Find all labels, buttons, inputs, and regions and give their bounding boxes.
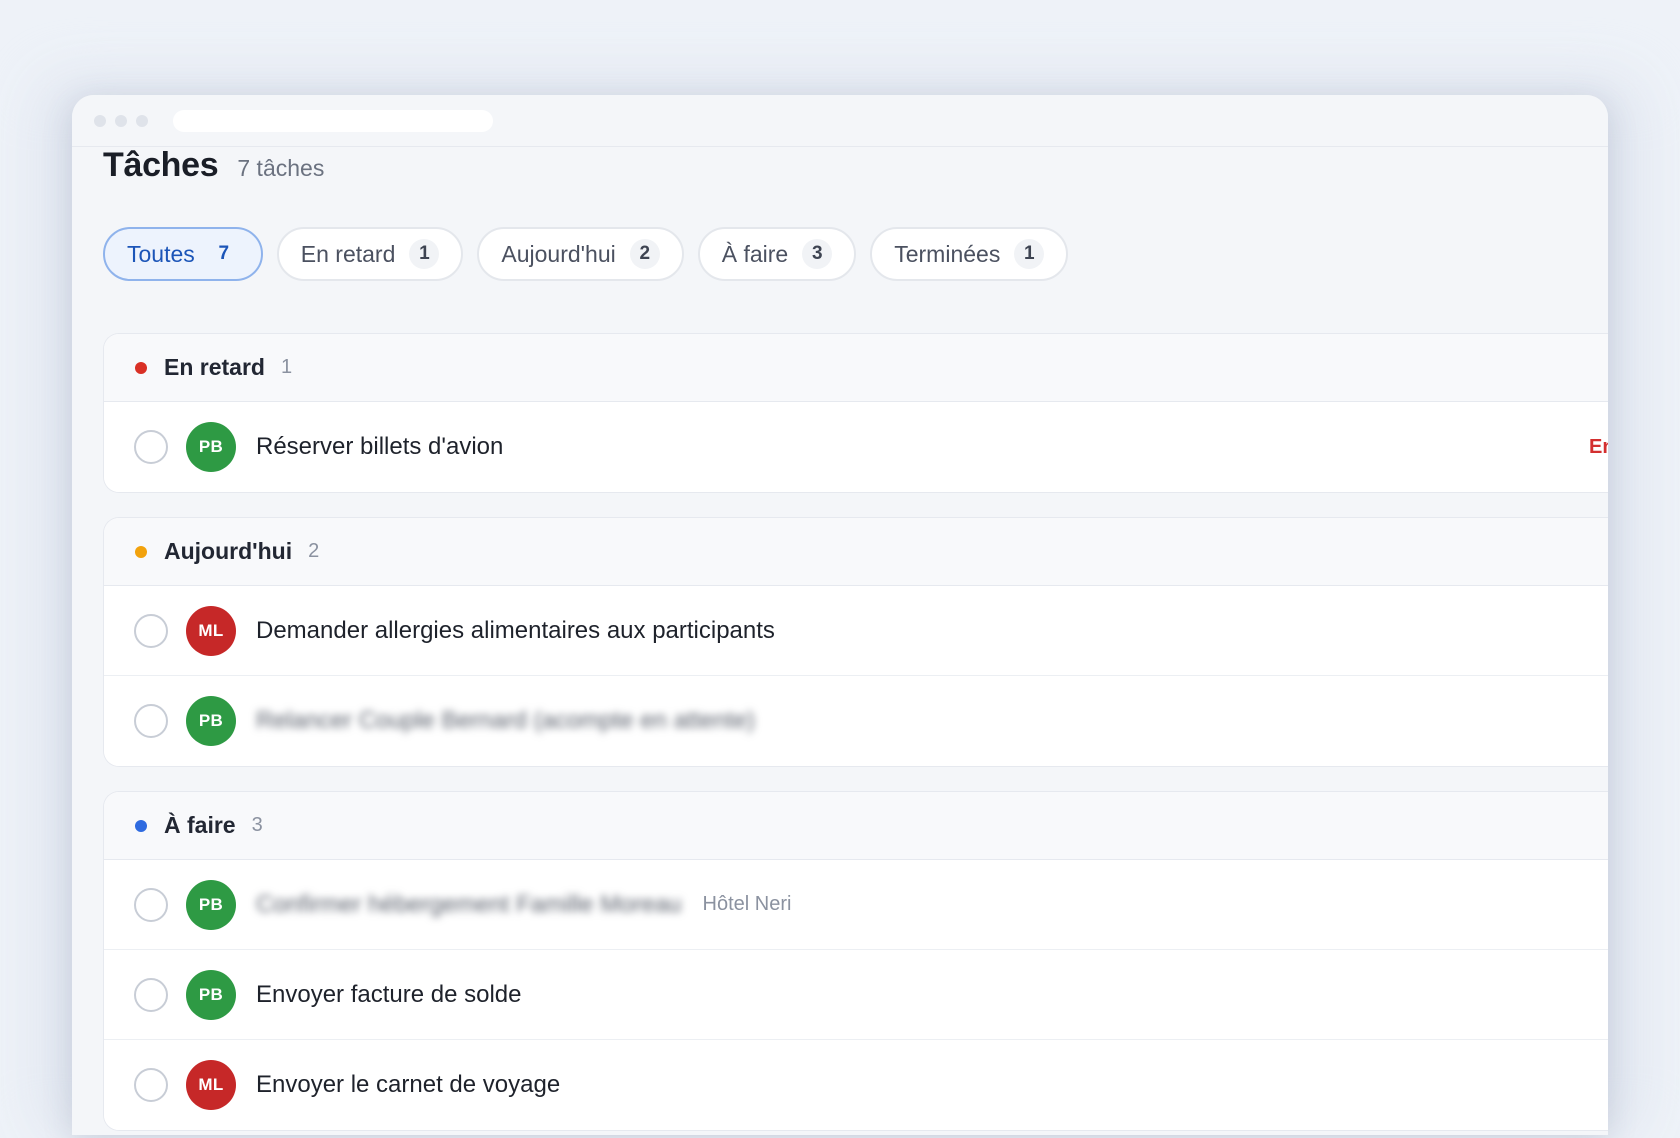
task-checkbox[interactable]	[134, 704, 168, 738]
section-count: 2	[308, 540, 320, 562]
filter-tab-label: Aujourd'hui	[501, 240, 616, 267]
window-dot-close[interactable]	[94, 114, 106, 127]
task-title[interactable]: Envoyer facture de solde	[256, 981, 522, 1009]
section-title: Aujourd'hui	[164, 538, 293, 564]
filter-tab-all[interactable]: Toutes 7	[103, 227, 263, 281]
task-checkbox[interactable]	[134, 430, 168, 464]
filter-tab-label: À faire	[721, 240, 789, 267]
section-overdue: En retard 1 PB Réserver billets d'avion …	[103, 333, 1608, 493]
main-content: Tâches 7 tâches Toutes 7 En retard 1 Auj…	[72, 147, 1608, 1131]
task-total-count: 7 tâches	[237, 155, 325, 181]
task-row[interactable]: PB Envoyer facture de solde	[104, 950, 1608, 1040]
filter-tab-done[interactable]: Terminées 1	[870, 227, 1069, 281]
section-title: À faire	[164, 812, 236, 838]
section-title: En retard	[164, 354, 265, 380]
filter-tab-overdue[interactable]: En retard 1	[276, 227, 464, 281]
status-dot-todo	[135, 819, 147, 832]
section-count: 3	[251, 814, 263, 836]
task-row[interactable]: PB Réserver billets d'avion En retard	[104, 402, 1608, 492]
task-checkbox[interactable]	[134, 887, 168, 922]
page-title: Tâches	[103, 146, 219, 184]
app-window: Tâches 7 tâches Toutes 7 En retard 1 Auj…	[72, 95, 1608, 1135]
section-today: Aujourd'hui 2 ML Demander allergies alim…	[103, 517, 1608, 767]
task-row[interactable]: PB Relancer Couple Bernard (acompte en a…	[104, 676, 1608, 766]
avatar: ML	[186, 1060, 236, 1110]
section-header[interactable]: Aujourd'hui 2	[104, 518, 1608, 586]
task-row[interactable]: PB Confirmer hébergement Famille Moreau …	[104, 860, 1608, 950]
window-dot-minimize[interactable]	[115, 114, 127, 127]
filter-tabs: Toutes 7 En retard 1 Aujourd'hui 2 À fai…	[103, 227, 1608, 281]
status-dot-overdue	[135, 361, 147, 374]
section-header[interactable]: En retard 1	[104, 334, 1608, 402]
filter-tab-today[interactable]: Aujourd'hui 2	[477, 227, 684, 281]
task-title[interactable]: Réserver billets d'avion	[256, 433, 503, 461]
filter-tab-count: 7	[218, 243, 230, 264]
task-checkbox[interactable]	[134, 613, 168, 648]
filter-tab-label: Terminées	[894, 240, 1001, 267]
avatar: PB	[186, 879, 236, 930]
filter-tab-label: Toutes	[127, 240, 195, 267]
filter-tab-count: 1	[409, 239, 440, 269]
filter-tab-label: En retard	[300, 240, 396, 267]
task-meta: Hôtel Neri	[702, 893, 792, 915]
task-title[interactable]: Envoyer le carnet de voyage	[256, 1071, 560, 1099]
task-title[interactable]: Demander allergies alimentaires aux part…	[256, 617, 775, 645]
window-titlebar	[72, 95, 1608, 147]
filter-tab-count: 3	[802, 239, 833, 269]
section-count: 1	[280, 356, 293, 378]
task-checkbox[interactable]	[134, 977, 168, 1012]
avatar: PB	[186, 422, 236, 472]
page-header: Tâches 7 tâches	[103, 147, 1608, 189]
status-dot-today	[135, 545, 147, 558]
window-dot-maximize[interactable]	[136, 114, 148, 127]
avatar: PB	[186, 969, 236, 1020]
section-header[interactable]: À faire 3	[104, 792, 1608, 860]
filter-tab-todo[interactable]: À faire 3	[697, 227, 857, 281]
filter-tab-count: 2	[629, 239, 660, 269]
task-row[interactable]: ML Envoyer le carnet de voyage	[104, 1040, 1608, 1130]
section-todo: À faire 3 PB Confirmer hébergement Famil…	[103, 791, 1608, 1131]
address-bar[interactable]	[173, 109, 493, 132]
avatar: ML	[186, 605, 236, 656]
task-row[interactable]: ML Demander allergies alimentaires aux p…	[104, 586, 1608, 676]
avatar: PB	[186, 696, 236, 746]
task-due-badge: En retard	[1589, 435, 1608, 458]
task-title[interactable]: Relancer Couple Bernard (acompte en atte…	[256, 707, 755, 735]
task-title[interactable]: Confirmer hébergement Famille Moreau	[256, 891, 682, 919]
task-checkbox[interactable]	[134, 1068, 168, 1102]
filter-tab-count: 1	[1014, 239, 1045, 269]
